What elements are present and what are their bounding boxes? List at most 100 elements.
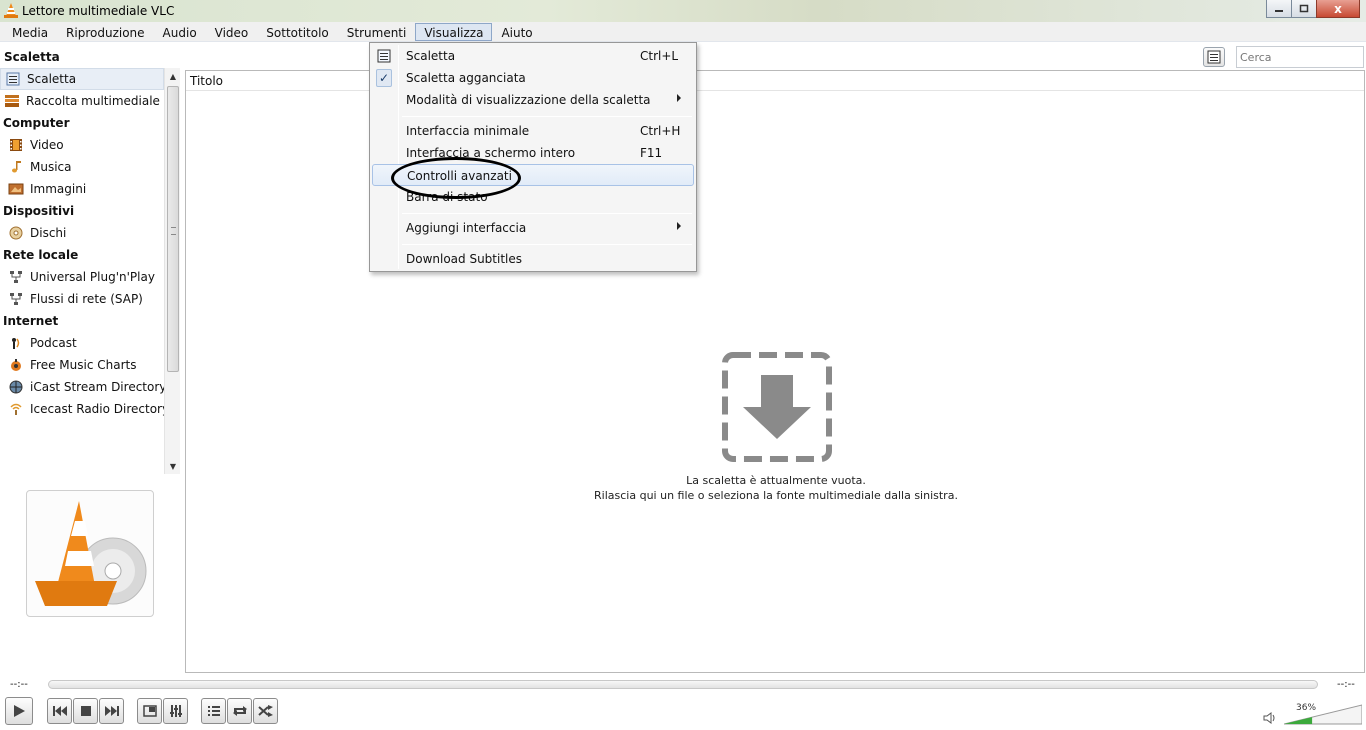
loop-button[interactable] [227,698,252,724]
menu-separator [402,213,692,214]
sidebar-item-video[interactable]: Video [0,134,164,156]
sidebar-item-label: Podcast [30,336,77,350]
menu-strumenti[interactable]: Strumenti [338,23,416,41]
fullscreen-icon [142,705,157,717]
playlist-icon [5,71,21,87]
sidebar-item-label: Video [30,138,64,152]
drop-download-icon [722,352,832,462]
sidebar-item-icast[interactable]: iCast Stream Directory [0,376,164,398]
shuffle-button[interactable] [253,698,278,724]
empty-playlist-message: La scaletta è attualmente vuota. Rilasci… [186,473,1366,503]
sidebar-item-icecast[interactable]: Icecast Radio Directory [0,398,164,420]
charts-icon [8,357,24,373]
scroll-down-icon[interactable]: ▼ [165,458,181,474]
time-total[interactable]: --:-- [1337,679,1355,690]
menu-separator [402,244,692,245]
list-view-icon [1207,50,1221,64]
view-menu-item-controlli-avanzati[interactable]: Controlli avanzati [372,164,694,186]
playlist-icon [207,706,220,716]
minimize-button[interactable] [1266,0,1292,18]
previous-icon [52,706,67,716]
view-menu-item-modalita[interactable]: Modalità di visualizzazione della scalet… [372,89,694,111]
menu-bar: Media Riproduzione Audio Video Sottotito… [0,22,1366,42]
sidebar-item-free-music-charts[interactable]: Free Music Charts [0,354,164,376]
view-menu-item-aggiungi-interfaccia[interactable]: Aggiungi interfaccia [372,217,694,239]
library-icon [4,93,20,109]
sidebar-item-label: Universal Plug'n'Play [30,270,155,284]
globe-icon [8,379,24,395]
volume-percent: 36% [1296,703,1317,713]
sidebar-scrollbar[interactable]: ▲ ▼ [164,68,180,474]
view-menu-item-barra-di-stato[interactable]: Barra di stato [372,186,694,208]
playlist-icon [376,48,392,64]
disc-icon [8,225,24,241]
previous-button[interactable] [47,698,72,724]
checkmark-icon: ✓ [376,69,392,87]
sidebar-category-internet: Internet [3,314,59,328]
vlc-cone-disc-icon [35,501,147,606]
menu-riproduzione[interactable]: Riproduzione [57,23,154,41]
view-menu-item-scaletta[interactable]: Scaletta Ctrl+L [372,45,694,67]
menu-audio[interactable]: Audio [154,23,206,41]
sidebar-item-immagini[interactable]: Immagini [0,178,164,200]
sidebar-item-sap[interactable]: Flussi di rete (SAP) [0,288,164,310]
sidebar-item-label: iCast Stream Directory [30,380,164,394]
view-menu-item-download-subtitles[interactable]: Download Subtitles [372,248,694,270]
sidebar-header: Scaletta [4,50,60,64]
extended-settings-button[interactable] [163,698,188,724]
menu-aiuto[interactable]: Aiuto [492,23,541,41]
toggle-playlist-button[interactable] [201,698,226,724]
seek-slider[interactable] [48,680,1318,689]
speaker-icon[interactable] [1263,711,1277,725]
next-icon [104,706,119,716]
title-bar: Lettore multimediale VLC x [0,0,1366,22]
stop-button[interactable] [73,698,98,724]
scrollbar-thumb[interactable] [167,86,179,372]
maximize-button[interactable] [1291,0,1317,18]
column-title: Titolo [190,74,224,88]
menu-separator [402,116,692,117]
play-button[interactable] [5,697,33,725]
submenu-arrow-icon [677,94,681,102]
network-icon [8,291,24,307]
sidebar-item-podcast[interactable]: Podcast [0,332,164,354]
search-input[interactable] [1236,46,1364,68]
playlist-view-button[interactable] [1203,47,1225,67]
close-icon: x [1334,1,1342,16]
view-menu-item-interfaccia-minimale[interactable]: Interfaccia minimale Ctrl+H [372,120,694,142]
sidebar-category-computer: Computer [3,116,70,130]
menu-video[interactable]: Video [206,23,258,41]
sidebar-item-dischi[interactable]: Dischi [0,222,164,244]
grip-icon [171,227,176,235]
minimize-icon [1275,9,1283,12]
playlist-area[interactable]: Titolo La scaletta è attualmente vuota. … [185,70,1365,673]
film-icon [8,137,24,153]
sidebar: Scaletta Scaletta Raccolta multimediale … [0,44,182,674]
sidebar-item-upnp[interactable]: Universal Plug'n'Play [0,266,164,288]
sidebar-item-raccolta[interactable]: Raccolta multimediale [0,90,164,112]
window-title: Lettore multimediale VLC [22,4,175,18]
play-icon [14,705,25,717]
menu-sottotitolo[interactable]: Sottotitolo [257,23,337,41]
sidebar-category-rete-locale: Rete locale [3,248,79,262]
music-note-icon [8,159,24,175]
loop-icon [232,706,247,716]
sidebar-item-scaletta[interactable]: Scaletta [0,68,164,90]
view-menu-item-scaletta-agganciata[interactable]: ✓ Scaletta agganciata [372,67,694,89]
menu-visualizza[interactable]: Visualizza [415,22,493,41]
podcast-icon [8,335,24,351]
menu-media[interactable]: Media [3,23,57,41]
view-menu-item-schermo-intero[interactable]: Interfaccia a schermo intero F11 [372,142,694,164]
view-menu-dropdown: Scaletta Ctrl+L ✓ Scaletta agganciata Mo… [369,42,697,272]
playlist-column-header[interactable]: Titolo [186,71,1364,91]
sidebar-item-musica[interactable]: Musica [0,156,164,178]
close-button[interactable]: x [1316,0,1360,18]
sidebar-item-label: Raccolta multimediale [26,94,160,108]
submenu-arrow-icon [677,222,681,230]
fullscreen-button[interactable] [137,698,162,724]
next-button[interactable] [99,698,124,724]
sidebar-tree: Scaletta Raccolta multimediale Computer … [0,68,164,474]
maximize-icon [1299,4,1309,13]
vlc-cone-icon [4,3,18,18]
scroll-up-icon[interactable]: ▲ [165,68,181,84]
